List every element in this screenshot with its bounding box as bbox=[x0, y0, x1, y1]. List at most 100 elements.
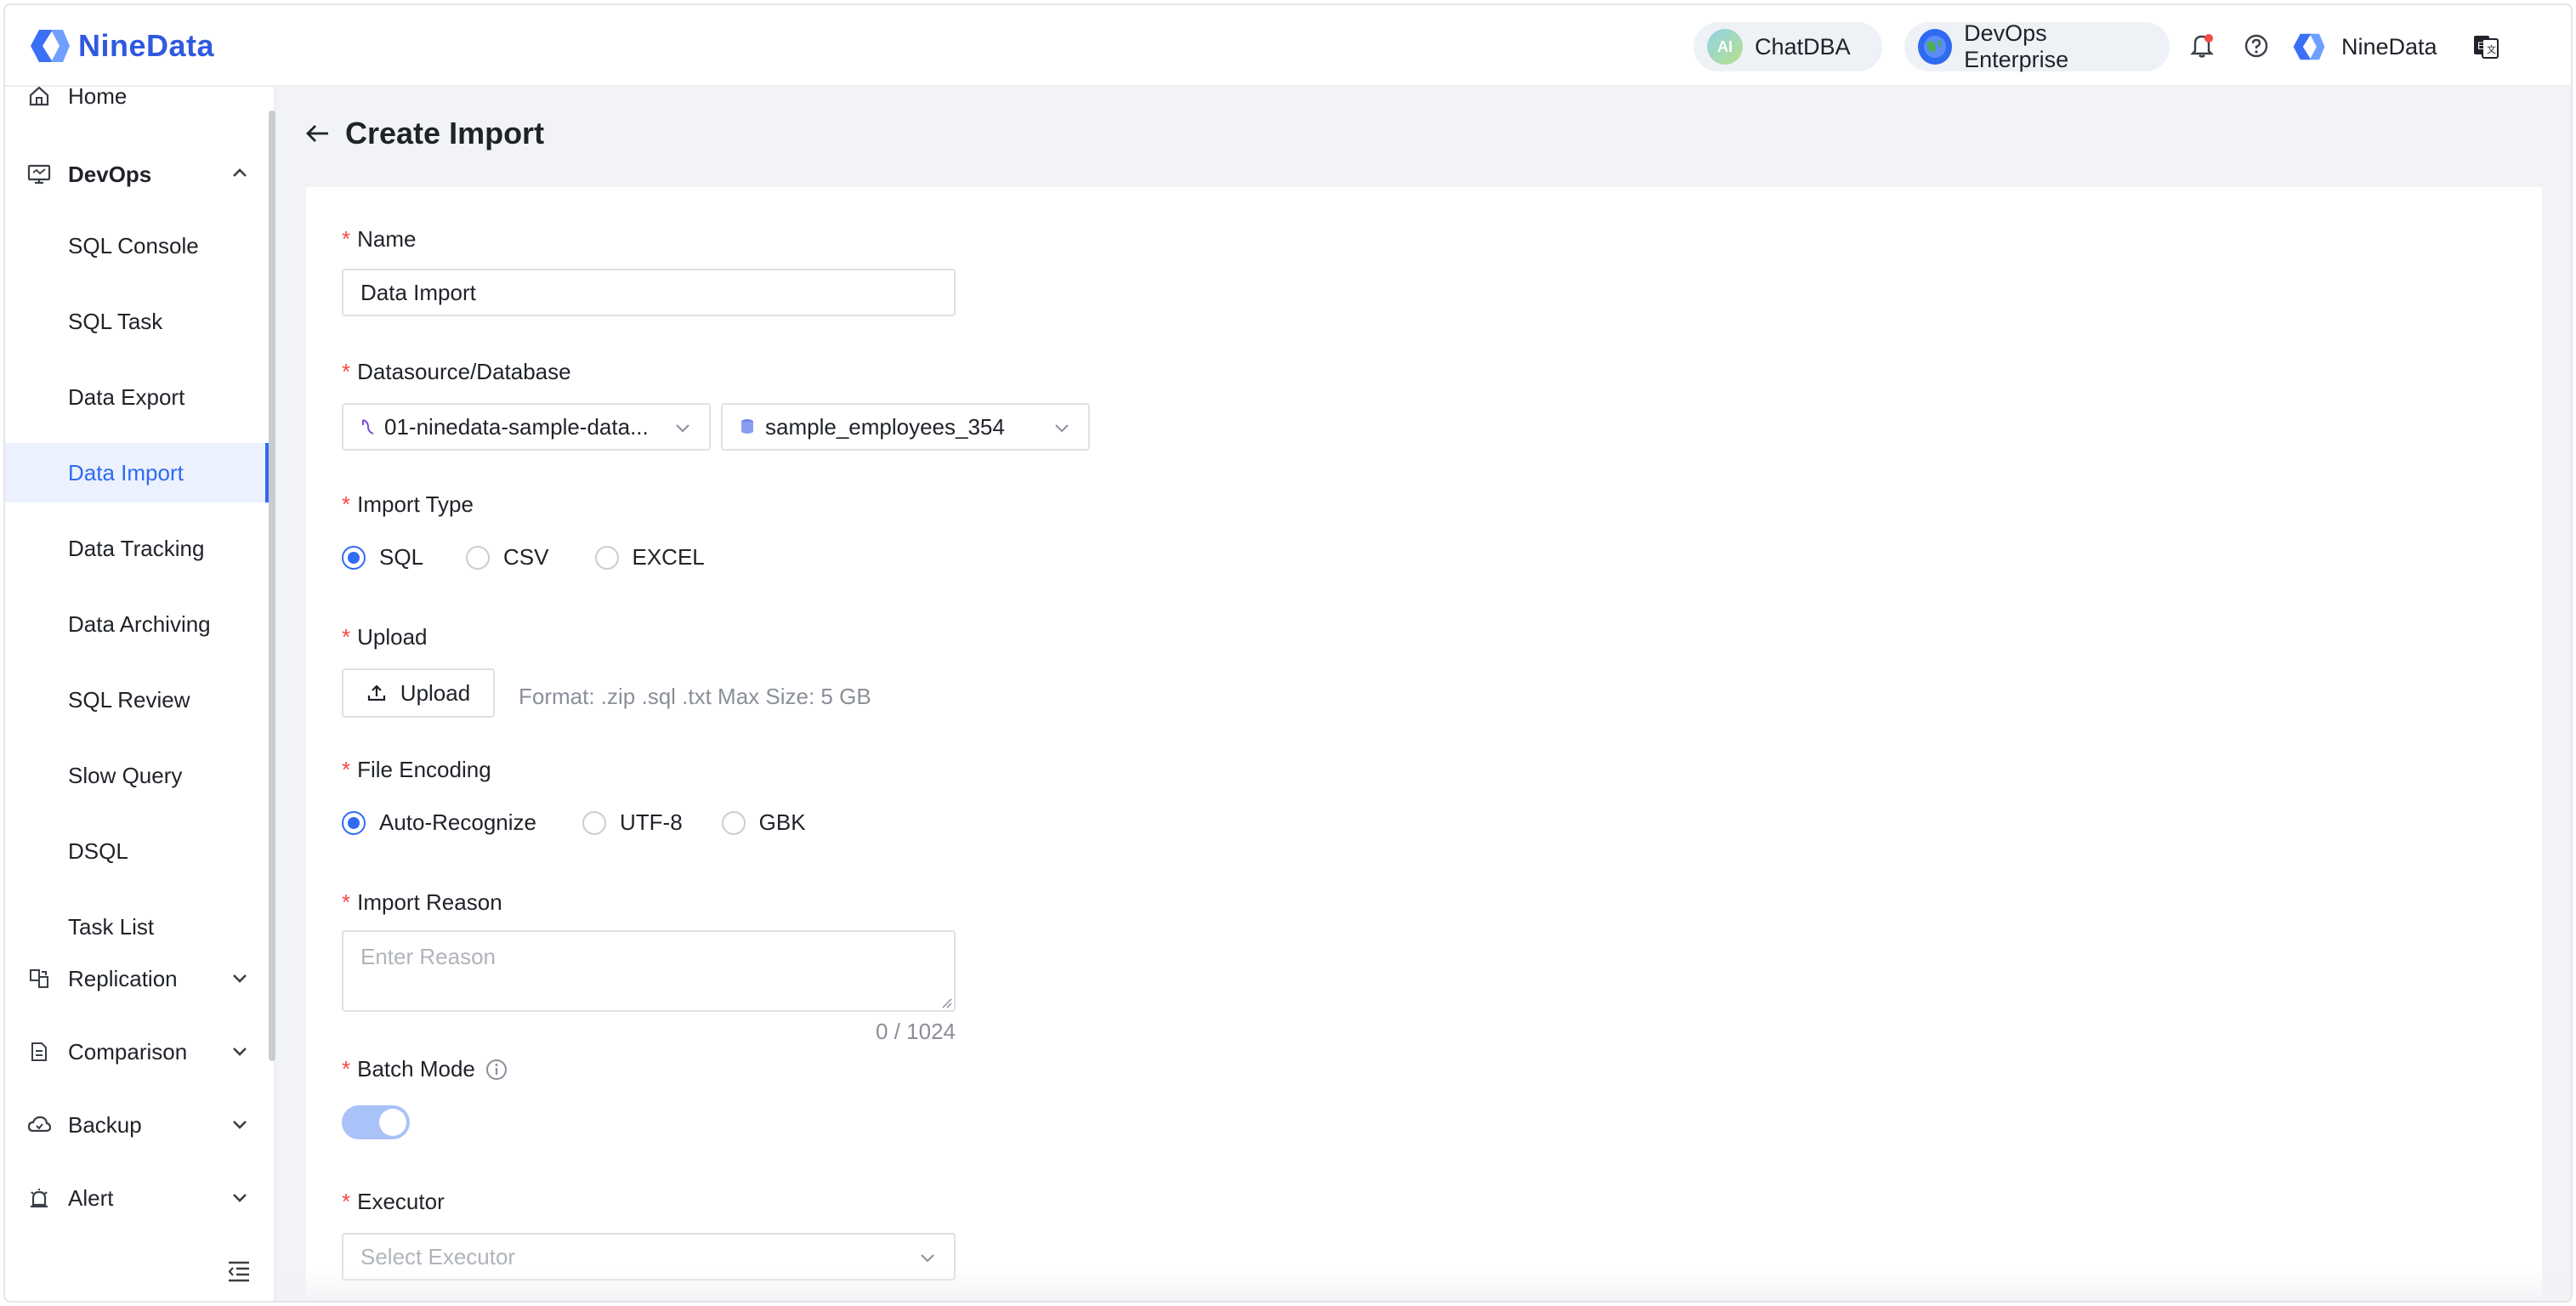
name-label: * Name bbox=[342, 226, 416, 253]
sidebar-item-label: DevOps bbox=[68, 161, 152, 187]
reason-char-count: 0 / 1024 bbox=[876, 1019, 956, 1044]
sidebar-item-label: Backup bbox=[68, 1111, 142, 1138]
reason-placeholder: Enter Reason bbox=[360, 944, 496, 969]
sidebar-subitem-label: Slow Query bbox=[68, 762, 183, 788]
batch-mode-toggle[interactable] bbox=[342, 1105, 410, 1139]
sidebar-item-alert[interactable]: Alert bbox=[5, 1161, 269, 1235]
name-input[interactable]: Data Import bbox=[342, 269, 956, 316]
chevron-down-icon bbox=[233, 1121, 247, 1129]
upload-button[interactable]: Upload bbox=[342, 668, 495, 718]
bell-icon[interactable] bbox=[2187, 31, 2217, 61]
radio-circle-icon bbox=[342, 810, 366, 835]
database-icon bbox=[741, 419, 753, 434]
radio-option[interactable]: SQL bbox=[342, 544, 423, 571]
resize-grip-icon[interactable] bbox=[939, 995, 952, 1008]
chevron-down-icon bbox=[233, 974, 247, 983]
sidebar-subitem[interactable]: Slow Query bbox=[5, 746, 269, 805]
import-type-radio-group: SQL CSV EXCEL bbox=[342, 544, 705, 571]
name-value: Data Import bbox=[360, 279, 476, 305]
chevron-up-icon bbox=[233, 168, 247, 177]
language-icon[interactable]: E文 bbox=[2471, 31, 2501, 61]
radio-circle-icon bbox=[342, 545, 366, 570]
import-form: * Name Data Import * Datasource/Database 0… bbox=[306, 187, 2542, 1301]
cloud-backup-icon bbox=[27, 1113, 51, 1137]
sidebar-item-label: Home bbox=[68, 82, 128, 109]
info-icon[interactable] bbox=[485, 1059, 508, 1081]
sidebar-subitem-label: Data Tracking bbox=[68, 535, 205, 561]
radio-label: CSV bbox=[503, 544, 549, 570]
reason-textarea[interactable]: Enter Reason bbox=[342, 930, 956, 1012]
name-label-text: Name bbox=[357, 226, 417, 252]
sidebar-subitem[interactable]: DSQL bbox=[5, 821, 269, 881]
radio-option[interactable]: CSV bbox=[466, 544, 549, 571]
sidebar-item-label: Alert bbox=[68, 1184, 114, 1211]
required-mark: * bbox=[342, 226, 351, 252]
datasource-icon bbox=[362, 419, 374, 434]
collapse-sidebar-icon[interactable] bbox=[226, 1258, 252, 1284]
radio-circle-icon bbox=[582, 810, 606, 835]
upload-label: * Upload bbox=[342, 624, 428, 650]
chatdba-button[interactable]: AI ChatDBA bbox=[1694, 22, 1882, 71]
encoding-label-text: File Encoding bbox=[357, 757, 491, 782]
upload-label-text: Upload bbox=[357, 624, 428, 650]
database-select[interactable]: sample_employees_354 bbox=[721, 403, 1090, 451]
chevron-down-icon bbox=[233, 1048, 247, 1056]
radio-option[interactable]: GBK bbox=[721, 809, 806, 836]
sidebar-subitem[interactable]: Data Archiving bbox=[5, 594, 269, 654]
globe-icon bbox=[1918, 29, 1953, 65]
chevron-down-icon bbox=[676, 424, 689, 433]
sidebar-subitem[interactable]: Data Export bbox=[5, 367, 269, 427]
import-type-label: * Import Type bbox=[342, 491, 474, 518]
back-arrow-icon[interactable] bbox=[304, 120, 332, 147]
required-mark: * bbox=[342, 1189, 351, 1214]
upload-icon bbox=[367, 684, 385, 701]
sidebar-item-home[interactable]: Home bbox=[5, 60, 269, 133]
sidebar-item-replication[interactable]: Replication bbox=[5, 942, 269, 1015]
user-logo-icon bbox=[2293, 33, 2325, 60]
sidebar-subitem-label: Data Export bbox=[68, 383, 185, 410]
monitor-icon bbox=[27, 162, 51, 186]
chatdba-label: ChatDBA bbox=[1755, 33, 1851, 60]
app-window: NineData AI ChatDBA DevOps Enterprise Ni… bbox=[3, 3, 2573, 1303]
radio-option[interactable]: Auto-Recognize bbox=[342, 809, 536, 836]
plan-switcher-button[interactable]: DevOps Enterprise bbox=[1904, 20, 2170, 72]
sidebar-item-label: Replication bbox=[68, 965, 178, 991]
sidebar-item-comparison[interactable]: Comparison bbox=[5, 1015, 269, 1088]
user-menu[interactable]: NineData bbox=[2292, 26, 2437, 68]
sidebar-subitem[interactable]: Data Tracking bbox=[5, 519, 269, 578]
sidebar-subitem-label: DSQL bbox=[68, 838, 128, 864]
home-icon bbox=[27, 84, 51, 108]
batch-mode-label-text: Batch Mode bbox=[357, 1056, 475, 1082]
reason-label: * Import Reason bbox=[342, 889, 502, 916]
sidebar-subitem[interactable]: Data Import bbox=[5, 443, 269, 503]
sidebar-subitem-label: Data Import bbox=[68, 459, 184, 485]
sidebar-subitem-label: SQL Review bbox=[68, 686, 190, 713]
chevron-down-icon bbox=[921, 1254, 934, 1263]
sidebar-item-backup[interactable]: Backup bbox=[5, 1088, 269, 1161]
upload-button-label: Upload bbox=[400, 679, 471, 706]
sidebar-subitem[interactable]: SQL Console bbox=[5, 216, 269, 275]
page-title: Create Import bbox=[345, 116, 545, 150]
ai-icon: AI bbox=[1707, 29, 1743, 65]
bottom-fade bbox=[275, 1270, 2571, 1301]
sidebar-subitem-label: SQL Task bbox=[68, 308, 163, 334]
batch-mode-label: * Batch Mode bbox=[342, 1056, 508, 1082]
sidebar-subitem-label: Task List bbox=[68, 913, 155, 940]
sidebar-scrollbar[interactable] bbox=[269, 111, 275, 1061]
sidebar-item-devops[interactable]: DevOps bbox=[5, 138, 269, 211]
user-name: NineData bbox=[2341, 33, 2437, 60]
reason-label-text: Import Reason bbox=[357, 889, 502, 915]
datasource-select[interactable]: 01-ninedata-sample-data... bbox=[342, 403, 711, 451]
required-mark: * bbox=[342, 1056, 351, 1082]
svg-text:文: 文 bbox=[2487, 43, 2496, 55]
executor-label: * Executor bbox=[342, 1189, 445, 1215]
help-icon[interactable] bbox=[2241, 31, 2272, 61]
radio-option[interactable]: EXCEL bbox=[594, 544, 705, 571]
main-content: Create Import * Name Data Import * Datasou… bbox=[275, 87, 2571, 1301]
sidebar-subitem[interactable]: SQL Task bbox=[5, 292, 269, 351]
alarm-icon bbox=[27, 1186, 51, 1210]
sidebar-subitem[interactable]: SQL Review bbox=[5, 670, 269, 730]
radio-option[interactable]: UTF-8 bbox=[582, 809, 683, 836]
encoding-radio-group: Auto-Recognize UTF-8 GBK bbox=[342, 809, 806, 836]
sidebar-subitem-label: Data Archiving bbox=[68, 610, 211, 637]
